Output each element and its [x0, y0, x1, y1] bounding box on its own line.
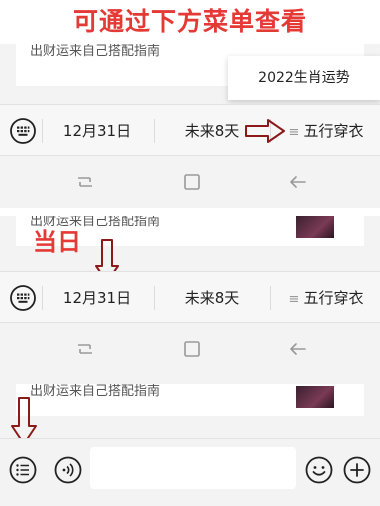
menu-divider — [154, 119, 155, 143]
arrow-right-icon — [245, 119, 285, 143]
menu-list-icon[interactable] — [9, 456, 37, 484]
annotation-top-hint: 可通过下方菜单查看 — [72, 7, 307, 36]
recent-apps-icon[interactable] — [75, 339, 95, 359]
recent-apps-icon[interactable] — [75, 172, 95, 192]
annotation-today-hint: 当日 — [33, 228, 81, 256]
article-thumbnail — [296, 216, 334, 238]
home-icon[interactable] — [182, 172, 202, 192]
menu-item-wuxing[interactable]: ≡ 五行穿衣 — [272, 272, 380, 324]
article-card-text: 出财运来自己搭配指南 — [30, 384, 161, 399]
article-thumbnail — [296, 386, 334, 408]
menu-item-date[interactable]: 12月31日 — [42, 105, 152, 157]
menu-item-date[interactable]: 12月31日 — [42, 272, 152, 324]
article-card-text: 出财运来自己搭配指南 — [30, 44, 161, 59]
menu-future-label: 未来8天 — [184, 122, 240, 140]
message-input[interactable] — [90, 447, 296, 489]
back-icon[interactable] — [288, 339, 308, 359]
keyboard-icon[interactable] — [10, 118, 36, 144]
system-nav-bar-2 — [0, 323, 380, 375]
menu-date-label: 12月31日 — [62, 289, 132, 307]
menu-item-future-days[interactable]: 未来8天 — [156, 272, 268, 324]
chat-input-bar — [0, 438, 380, 506]
keyboard-icon[interactable] — [10, 285, 36, 311]
home-icon[interactable] — [182, 339, 202, 359]
submenu-lines-icon: ≡ — [288, 125, 300, 140]
system-nav-bar-1 — [0, 156, 380, 208]
menu-wuxing-label: 五行穿衣 — [303, 122, 364, 140]
screenshot-panel-3: 出财运来自己搭配指南 — [0, 384, 380, 438]
plus-icon[interactable] — [343, 456, 371, 484]
popup-menu: 2022生肖运势 — [228, 56, 380, 100]
menu-divider — [270, 286, 271, 310]
menu-wuxing-label: 五行穿衣 — [303, 289, 364, 307]
menu-bar-2: 12月31日 未来8天 ≡ 五行穿衣 — [0, 271, 380, 323]
back-icon[interactable] — [288, 172, 308, 192]
emoji-icon[interactable] — [305, 456, 333, 484]
popup-item-zodiac-2022[interactable]: 2022生肖运势 — [228, 56, 380, 100]
menu-bar-1: 12月31日 未来8天 ≡ 五行穿衣 — [0, 104, 380, 156]
voice-icon[interactable] — [54, 456, 82, 484]
menu-divider — [154, 286, 155, 310]
article-card[interactable]: 出财运来自己搭配指南 — [16, 384, 364, 416]
submenu-lines-icon: ≡ — [288, 292, 300, 307]
menu-item-wuxing[interactable]: ≡ 五行穿衣 — [272, 105, 380, 157]
menu-date-label: 12月31日 — [62, 122, 132, 140]
menu-future-label: 未来8天 — [184, 289, 240, 307]
